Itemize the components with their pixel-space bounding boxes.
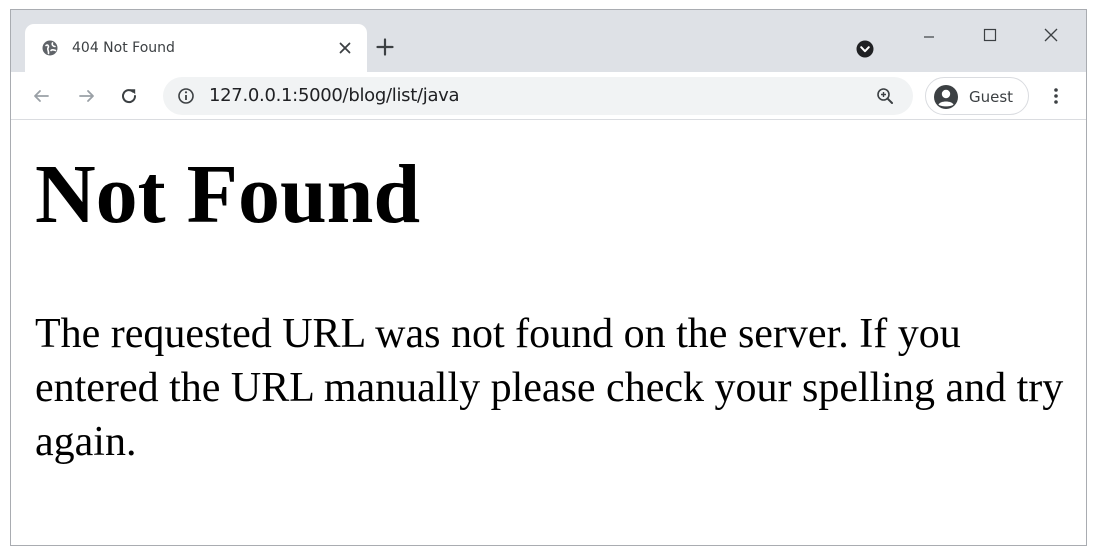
close-window-icon[interactable] — [1028, 18, 1074, 54]
maximize-icon[interactable] — [967, 18, 1013, 54]
arrow-right-icon[interactable] — [75, 84, 99, 108]
info-icon[interactable] — [177, 87, 195, 105]
page-heading: Not Found — [35, 148, 421, 241]
profile-button[interactable]: Guest — [925, 77, 1029, 115]
address-bar[interactable]: 127.0.0.1:5000/blog/list/java — [163, 77, 913, 115]
globe-icon — [42, 40, 58, 56]
close-icon[interactable] — [335, 38, 355, 58]
tab-title: 404 Not Found — [72, 40, 175, 56]
page-content: Not Found The requested URL was not foun… — [11, 121, 1086, 545]
tab-active[interactable]: 404 Not Found — [25, 24, 367, 72]
plus-icon[interactable] — [374, 36, 396, 58]
url-text[interactable]: 127.0.0.1:5000/blog/list/java — [209, 86, 460, 106]
tab-strip: 404 Not Found — [11, 10, 1086, 72]
minimize-icon[interactable] — [906, 18, 952, 54]
profile-label: Guest — [969, 88, 1014, 106]
error-message: The requested URL was not found on the s… — [35, 311, 1064, 465]
tab-search-icon[interactable] — [854, 38, 876, 60]
avatar-icon — [934, 85, 958, 109]
browser-toolbar: 127.0.0.1:5000/blog/list/java Guest — [11, 72, 1086, 120]
zoom-icon[interactable] — [875, 86, 895, 106]
browser-window: 404 Not Found 127.0.0.1:5000/blog/list/j… — [10, 9, 1087, 546]
reload-icon[interactable] — [117, 84, 141, 108]
kebab-menu-icon[interactable] — [1044, 84, 1068, 108]
arrow-left-icon[interactable] — [29, 84, 53, 108]
